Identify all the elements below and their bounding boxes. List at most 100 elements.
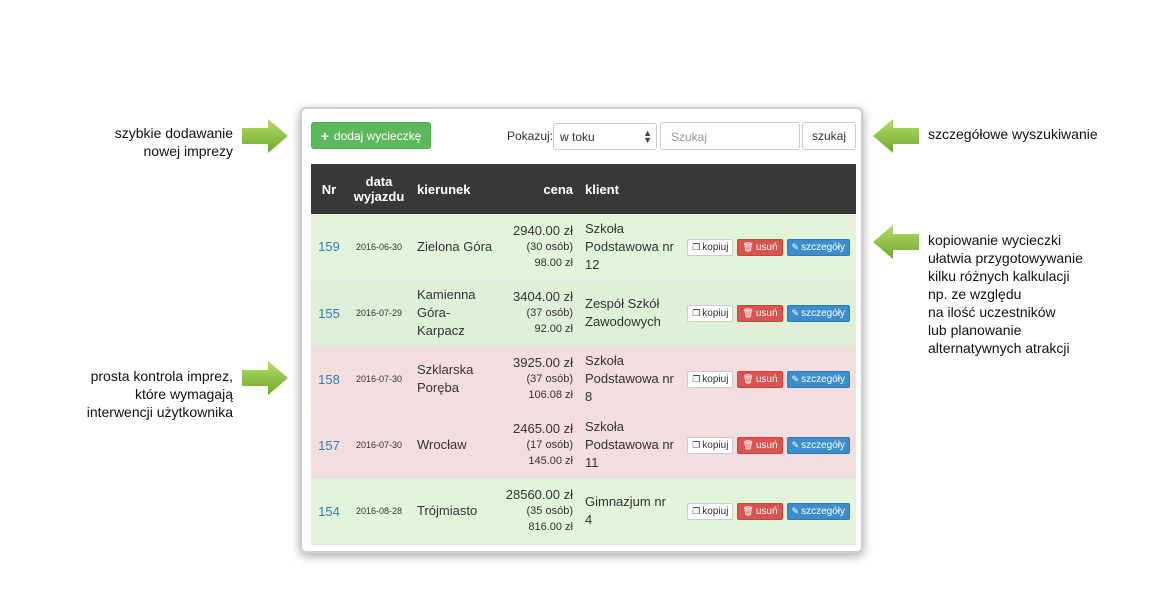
- price-total: 3925.00 zł: [513, 355, 573, 370]
- trip-number-link[interactable]: 155: [318, 306, 340, 321]
- trip-client: Gimnazjum nr 4: [585, 494, 666, 527]
- status-filter-select[interactable]: w toku ▲ ▼: [553, 123, 657, 150]
- copy-icon: ❐: [692, 374, 701, 384]
- details-button[interactable]: ✎ szczegóły: [786, 238, 850, 256]
- trip-number-cell: 155: [311, 280, 347, 346]
- trip-client: Zespół Szkół Zawodowych: [585, 296, 661, 329]
- add-trip-label: dodaj wycieczkę: [333, 128, 422, 143]
- price-per-person: 98.00 zł: [534, 256, 573, 269]
- copy-icon: ❐: [692, 308, 701, 318]
- delete-label: usuń: [755, 440, 778, 451]
- trip-number-link[interactable]: 159: [318, 239, 340, 254]
- table-row: 159 2016-06-30 Zielona Góra 2940.00 zł (…: [311, 214, 856, 280]
- trip-price: 2465.00 zł (17 osób) 145.00 zł: [497, 412, 579, 478]
- row-actions: ❐ kopiuj 🗑 usuń ✎ szczegóły: [677, 478, 856, 544]
- annotation-line: na ilość uczestników: [928, 304, 1056, 320]
- trip-client: Szkoła Podstawowa nr 12: [585, 220, 674, 272]
- header-nr[interactable]: Nr: [311, 164, 347, 214]
- trash-icon: 🗑: [742, 308, 754, 318]
- copy-button[interactable]: ❐ kopiuj: [687, 238, 734, 256]
- delete-label: usuń: [755, 241, 778, 253]
- trash-icon: 🗑: [742, 506, 754, 516]
- status-filter-value: w toku: [560, 130, 595, 144]
- trip-date: 2016-08-28: [355, 506, 403, 516]
- delete-label: usuń: [755, 308, 778, 319]
- table-header-row: Nr data wyjazdu kierunek cena klient: [311, 164, 856, 214]
- annotation-line: kopiowanie wycieczki: [928, 232, 1062, 248]
- trip-client: Szkoła Podstawowa nr 8: [585, 353, 674, 404]
- arrow-left-icon: [873, 225, 919, 259]
- table-row: 158 2016-07-30 Szklarska Poręba 3925.00 …: [311, 346, 856, 412]
- header-client[interactable]: klient: [579, 164, 677, 214]
- price-persons: (35 osób): [526, 505, 573, 517]
- search-input[interactable]: Szukaj: [660, 122, 800, 150]
- details-label: szczegóły: [801, 241, 845, 253]
- trash-icon: 🗑: [742, 241, 754, 252]
- delete-button[interactable]: 🗑 usuń: [737, 437, 783, 454]
- trip-date: 2016-06-30: [355, 241, 403, 252]
- annotation-line: alternatywnych atrakcji: [928, 340, 1070, 356]
- header-direction[interactable]: kierunek: [411, 164, 497, 214]
- row-actions: ❐ kopiuj 🗑 usuń ✎ szczegóły: [677, 280, 856, 346]
- delete-button[interactable]: 🗑 usuń: [737, 371, 783, 388]
- plus-icon: +: [320, 127, 329, 144]
- trash-icon: 🗑: [742, 374, 754, 384]
- details-button[interactable]: ✎ szczegóły: [786, 437, 850, 454]
- copy-button[interactable]: ❐ kopiuj: [687, 305, 734, 322]
- trip-number-link[interactable]: 154: [318, 504, 340, 519]
- trip-direction: Wrocław: [417, 437, 467, 452]
- search-button[interactable]: szukaj: [802, 122, 856, 150]
- price-total: 3404.00 zł: [513, 289, 573, 304]
- search-button-label: szukaj: [811, 129, 846, 143]
- copy-button[interactable]: ❐ kopiuj: [687, 371, 734, 388]
- details-button[interactable]: ✎ szczegóły: [786, 371, 850, 388]
- delete-button[interactable]: 🗑 usuń: [737, 305, 783, 322]
- trip-direction: Kamienna Góra-Karpacz: [417, 287, 476, 338]
- copy-label: kopiuj: [702, 440, 729, 451]
- trip-direction: Szklarska Poręba: [417, 362, 474, 395]
- trash-icon: 🗑: [742, 440, 754, 450]
- price-persons: (37 osób): [526, 373, 573, 385]
- trip-price: 3404.00 zł (37 osób) 92.00 zł: [497, 280, 579, 346]
- trip-price: 28560.00 zł (35 osób) 816.00 zł: [497, 478, 579, 544]
- delete-button[interactable]: 🗑 usuń: [737, 503, 783, 520]
- price-per-person: 106.08 zł: [528, 389, 573, 401]
- trip-direction: Trójmiasto: [417, 503, 478, 518]
- copy-button[interactable]: ❐ kopiuj: [687, 503, 734, 520]
- arrow-right-icon: [242, 361, 288, 395]
- details-label: szczegóły: [801, 440, 845, 451]
- price-total: 2940.00 zł: [513, 222, 573, 238]
- row-actions: ❐ kopiuj 🗑 usuń ✎ szczegóły: [677, 346, 856, 412]
- edit-icon: ✎: [791, 241, 800, 252]
- annotation-line: kilku różnych kalkulacji: [928, 268, 1070, 284]
- copy-icon: ❐: [692, 506, 701, 516]
- trip-number-link[interactable]: 158: [318, 372, 340, 387]
- annotation-line: szybkie dodawanie: [114, 125, 233, 141]
- trip-number-cell: 159: [311, 214, 347, 280]
- details-label: szczegóły: [801, 308, 845, 319]
- delete-button[interactable]: 🗑 usuń: [737, 238, 783, 256]
- edit-icon: ✎: [791, 308, 800, 318]
- header-price[interactable]: cena: [497, 164, 579, 214]
- annotation-copy: kopiowanie wycieczki ułatwia przygotowyw…: [928, 231, 1083, 357]
- header-date[interactable]: data wyjazdu: [347, 164, 411, 214]
- trip-date: 2016-07-30: [355, 440, 403, 450]
- filter-label: Pokazuj:: [507, 129, 554, 143]
- table-row: 157 2016-07-30 Wrocław 2465.00 zł (17 os…: [311, 412, 856, 478]
- trip-number-cell: 158: [311, 346, 347, 412]
- annotation-line: interwencji użytkownika: [86, 404, 233, 420]
- details-button[interactable]: ✎ szczegóły: [786, 503, 850, 520]
- arrow-right-icon: [242, 119, 288, 153]
- delete-label: usuń: [755, 374, 778, 385]
- add-trip-button[interactable]: + dodaj wycieczkę: [311, 122, 431, 149]
- trip-number-link[interactable]: 157: [318, 438, 340, 453]
- price-total: 2465.00 zł: [513, 421, 573, 436]
- copy-label: kopiuj: [702, 308, 729, 319]
- details-button[interactable]: ✎ szczegóły: [786, 305, 850, 322]
- price-per-person: 816.00 zł: [528, 521, 573, 533]
- copy-label: kopiuj: [702, 506, 729, 517]
- copy-icon: ❐: [692, 440, 701, 450]
- trip-direction: Zielona Góra: [417, 238, 493, 254]
- price-persons: (17 osób): [526, 439, 573, 451]
- copy-button[interactable]: ❐ kopiuj: [687, 437, 734, 454]
